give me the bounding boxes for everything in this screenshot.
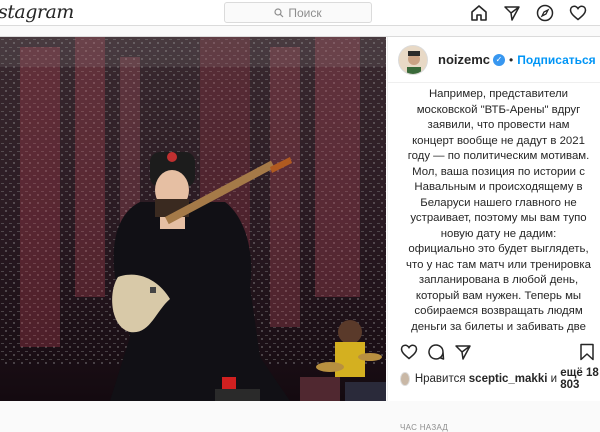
comment-icon[interactable] (425, 341, 447, 363)
post-card: noizemc ✓ • Подписаться Например, предст… (0, 36, 600, 432)
activity-heart-icon[interactable] (568, 3, 588, 23)
post-header: noizemc ✓ • Подписаться (388, 37, 600, 83)
likes-line: Нравится sceptic_makki и ещё 18 803 (400, 367, 600, 391)
bookmark-icon[interactable] (576, 341, 598, 363)
instagram-logo[interactable]: stagram (0, 0, 74, 24)
search-icon (274, 7, 284, 17)
search-placeholder: Поиск (288, 5, 322, 20)
likes-prefix: Нравится (414, 373, 466, 385)
avatar[interactable] (398, 44, 428, 75)
post-actions (398, 341, 598, 363)
top-navigation-bar: stagram Поиск (0, 0, 600, 26)
likes-count[interactable]: ещё 18 803 (560, 367, 600, 391)
explore-icon[interactable] (535, 3, 555, 23)
likes-and: и (550, 373, 558, 385)
home-icon[interactable] (469, 3, 489, 23)
liker-avatar (400, 372, 410, 386)
post-sidebar: noizemc ✓ • Подписаться Например, предст… (387, 37, 600, 432)
share-icon[interactable] (452, 341, 474, 363)
verified-badge-icon: ✓ (493, 53, 506, 66)
post-caption: Например, представители московской "ВТБ-… (406, 88, 591, 333)
like-heart-icon[interactable] (398, 341, 420, 363)
post-username[interactable]: noizemc (438, 52, 490, 67)
separator-dot: • (509, 52, 514, 67)
post-photo[interactable] (0, 37, 386, 401)
follow-button[interactable]: Подписаться (517, 53, 595, 67)
liker-username[interactable]: sceptic_makki (469, 373, 548, 385)
search-input[interactable]: Поиск (224, 2, 372, 23)
nav-icons (469, 2, 588, 24)
post-timestamp[interactable]: ЧАС НАЗАД (400, 423, 448, 432)
direct-icon[interactable] (502, 3, 522, 23)
concert-photo-image (0, 37, 386, 401)
